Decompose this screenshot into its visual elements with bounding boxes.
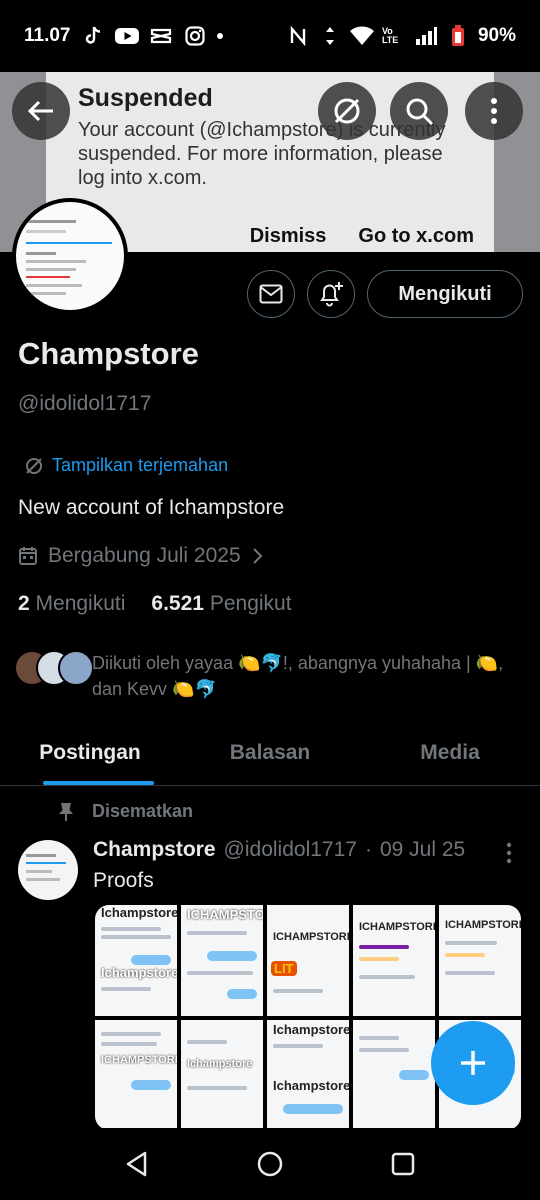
status-bar: 11.07 Vo LTE 90% bbox=[0, 0, 540, 72]
post-date: 09 Jul 25 bbox=[379, 838, 466, 861]
media-thumbnail[interactable]: Ichampstore bbox=[181, 1019, 263, 1130]
profile-name: Champstore bbox=[18, 336, 199, 371]
pin-icon bbox=[59, 802, 73, 821]
profile-tabs: Postingan Balasan Media bbox=[0, 720, 540, 786]
wifi-icon bbox=[349, 25, 374, 47]
post-author[interactable]: Champstore bbox=[93, 838, 216, 862]
nav-back-icon[interactable] bbox=[122, 1149, 152, 1179]
profile-avatar[interactable] bbox=[12, 198, 128, 314]
search-icon bbox=[406, 98, 434, 126]
battery-icon bbox=[446, 25, 470, 47]
translate-icon bbox=[26, 457, 42, 474]
nav-home-icon[interactable] bbox=[255, 1149, 285, 1179]
more-vertical-icon bbox=[491, 98, 497, 124]
show-translation-label: Tampilkan terjemahan bbox=[52, 455, 229, 475]
notification-dot-icon bbox=[216, 33, 223, 39]
notify-button[interactable] bbox=[307, 270, 355, 318]
battery-percent: 90% bbox=[477, 25, 516, 46]
post-separator: · bbox=[364, 838, 372, 861]
followers-stat[interactable]: 6.521 Pengikut bbox=[151, 592, 291, 616]
joined-label: Bergabung Juli 2025 bbox=[48, 544, 241, 567]
profile-handle: @idolidol1717 bbox=[18, 392, 152, 415]
show-translation-link[interactable]: Tampilkan terjemahan bbox=[24, 455, 228, 476]
followed-by-text: Diikuti oleh yayaa 🍋🐬!, abangnya yuhahah… bbox=[92, 653, 504, 699]
youtube-icon bbox=[114, 25, 139, 47]
compose-post-button[interactable] bbox=[431, 1021, 515, 1105]
translate-off-icon bbox=[334, 98, 360, 124]
profile-bio: New account of Ichampstore bbox=[18, 496, 285, 519]
joined-date: Bergabung Juli 2025 bbox=[18, 544, 263, 568]
volte-icon: Vo LTE bbox=[381, 26, 399, 45]
following-button[interactable]: Mengikuti bbox=[367, 270, 523, 318]
instagram-icon bbox=[183, 25, 207, 47]
data-arrows-icon bbox=[318, 25, 342, 47]
goto-x-button[interactable]: Go to x.com bbox=[358, 225, 474, 248]
chevron-right-icon[interactable] bbox=[251, 547, 263, 565]
media-thumbnail[interactable]: Ichampstore Ichampstore bbox=[95, 905, 177, 1016]
tab-posts[interactable]: Postingan bbox=[0, 720, 180, 785]
plus-icon bbox=[461, 1051, 485, 1075]
post-avatar[interactable] bbox=[18, 840, 78, 900]
tab-media[interactable]: Media bbox=[360, 720, 540, 785]
media-thumbnail[interactable]: ICHAMPSTORE bbox=[439, 905, 521, 1016]
media-thumbnail[interactable]: ICHAMPSTORE LIT bbox=[267, 905, 349, 1016]
media-thumbnail[interactable]: Ichampstore Ichampstore bbox=[267, 1019, 349, 1130]
avatar bbox=[58, 650, 94, 686]
media-thumbnail[interactable]: ICHAMPSTORE bbox=[181, 905, 263, 1016]
back-arrow-icon bbox=[27, 100, 53, 122]
media-thumbnail[interactable] bbox=[353, 1019, 435, 1130]
pinned-indicator: Disematkan bbox=[58, 801, 193, 822]
tab-replies[interactable]: Balasan bbox=[180, 720, 360, 785]
message-button[interactable] bbox=[247, 270, 295, 318]
envelope-icon bbox=[259, 284, 283, 304]
android-nav-bar bbox=[0, 1128, 540, 1200]
media-thumbnail[interactable]: ICHAMPSTORE bbox=[353, 905, 435, 1016]
dismiss-button[interactable]: Dismiss bbox=[250, 225, 327, 248]
post-handle: @idolidol1717 bbox=[223, 838, 357, 861]
media-thumbnail[interactable]: ICHAMPSTORE bbox=[95, 1019, 177, 1130]
translate-toggle-button[interactable] bbox=[318, 82, 376, 140]
pinned-label: Disematkan bbox=[92, 801, 194, 821]
followed-by-avatars bbox=[14, 650, 94, 702]
capcut-icon bbox=[149, 25, 173, 47]
post-header: Champstore @idolidol1717 · 09 Jul 25 bbox=[93, 838, 465, 862]
tiktok-icon bbox=[81, 25, 105, 47]
search-button[interactable] bbox=[390, 82, 448, 140]
signal-icon bbox=[414, 25, 438, 47]
more-vertical-icon bbox=[506, 842, 512, 864]
calendar-icon bbox=[19, 547, 37, 565]
more-options-button[interactable] bbox=[465, 82, 523, 140]
nav-recents-icon[interactable] bbox=[388, 1149, 418, 1179]
bell-plus-icon bbox=[320, 282, 343, 307]
nfc-icon bbox=[286, 25, 310, 47]
profile-stats: 2 Mengikuti 6.521 Pengikut bbox=[18, 592, 292, 616]
followed-by[interactable]: Diikuti oleh yayaa 🍋🐬!, abangnya yuhahah… bbox=[14, 650, 514, 702]
post-more-button[interactable] bbox=[505, 842, 513, 869]
back-button[interactable] bbox=[12, 82, 70, 140]
post-text: Proofs bbox=[93, 869, 154, 892]
status-time: 11.07 bbox=[24, 25, 71, 46]
following-stat[interactable]: 2 Mengikuti bbox=[18, 592, 125, 616]
